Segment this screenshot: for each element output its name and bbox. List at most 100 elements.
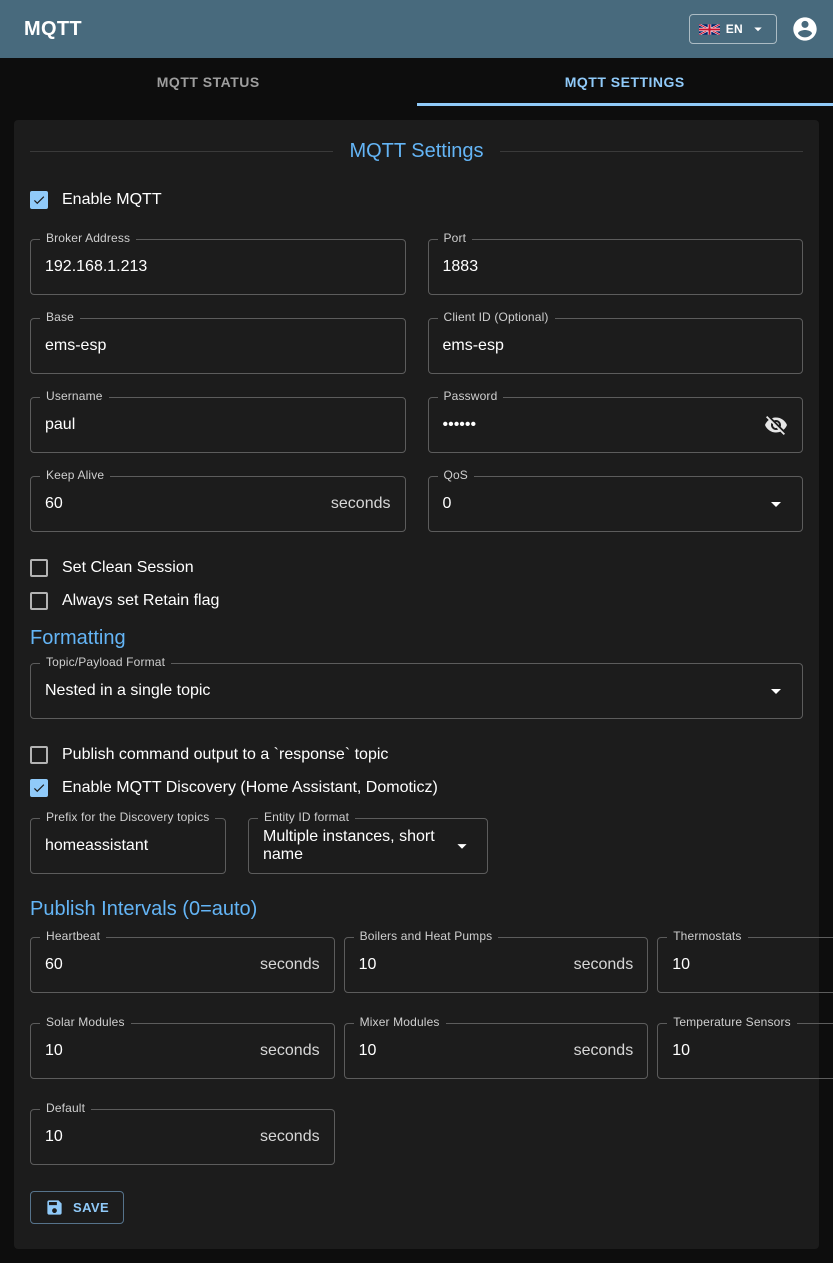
active-tab-indicator xyxy=(417,103,833,106)
discovery-prefix-field[interactable]: Prefix for the Discovery topics xyxy=(30,818,226,874)
default-interval-field[interactable]: Default seconds xyxy=(30,1109,335,1165)
field-label: Port xyxy=(438,231,473,245)
broker-address-input[interactable] xyxy=(45,258,391,276)
field-row: Base Client ID (Optional) xyxy=(30,318,803,374)
base-field[interactable]: Base xyxy=(30,318,406,374)
checkbox-checked-icon xyxy=(30,779,48,797)
field-row: Broker Address Port xyxy=(30,239,803,295)
toggle-password-visibility-button[interactable] xyxy=(764,413,788,437)
temperature-sensors-interval-field[interactable]: Temperature Sensors seconds xyxy=(657,1023,833,1079)
solar-interval-field[interactable]: Solar Modules seconds xyxy=(30,1023,335,1079)
checkbox-label: Always set Retain flag xyxy=(62,592,219,610)
heartbeat-interval-input[interactable] xyxy=(45,956,252,974)
field-label: Mixer Modules xyxy=(354,1015,446,1029)
checkbox-mqtt-discovery[interactable]: Enable MQTT Discovery (Home Assistant, D… xyxy=(30,779,803,797)
save-button-label: SAVE xyxy=(73,1200,109,1215)
broker-address-field[interactable]: Broker Address xyxy=(30,239,406,295)
checkbox-unchecked-icon xyxy=(30,592,48,610)
checkbox-retain-flag[interactable]: Always set Retain flag xyxy=(30,592,803,610)
field-label: QoS xyxy=(438,468,474,482)
section-title-formatting: Formatting xyxy=(30,627,803,650)
boilers-interval-field[interactable]: Boilers and Heat Pumps seconds xyxy=(344,937,649,993)
field-label: Keep Alive xyxy=(40,468,110,482)
checkbox-enable-mqtt[interactable]: Enable MQTT xyxy=(30,191,803,209)
visibility-off-icon xyxy=(764,413,788,437)
tab-mqtt-status[interactable]: MQTT STATUS xyxy=(0,58,417,106)
mixer-interval-input[interactable] xyxy=(359,1042,566,1060)
field-label: Prefix for the Discovery topics xyxy=(40,810,215,824)
field-label: Temperature Sensors xyxy=(667,1015,797,1029)
field-label: Heartbeat xyxy=(40,929,106,943)
field-label: Broker Address xyxy=(40,231,136,245)
temperature-sensors-interval-input[interactable] xyxy=(672,1042,833,1060)
password-input[interactable] xyxy=(443,416,757,434)
app-title: MQTT xyxy=(24,18,82,41)
account-button[interactable] xyxy=(791,15,819,43)
client-id-field[interactable]: Client ID (Optional) xyxy=(428,318,804,374)
dropdown-arrow-icon xyxy=(451,835,473,857)
field-row: Keep Alive seconds QoS 0 xyxy=(30,476,803,532)
dropdown-arrow-icon xyxy=(764,492,788,516)
checkbox-unchecked-icon xyxy=(30,746,48,764)
checkbox-publish-response[interactable]: Publish command output to a `response` t… xyxy=(30,746,803,764)
save-icon xyxy=(45,1198,64,1217)
heartbeat-interval-field[interactable]: Heartbeat seconds xyxy=(30,937,335,993)
unit-adornment: seconds xyxy=(260,956,320,974)
page-title-row: MQTT Settings xyxy=(30,140,803,163)
solar-interval-input[interactable] xyxy=(45,1042,252,1060)
entity-id-format-select[interactable]: Entity ID format Multiple instances, sho… xyxy=(248,818,488,874)
discovery-row: Prefix for the Discovery topics Entity I… xyxy=(30,818,803,874)
qos-value: 0 xyxy=(443,495,757,513)
username-field[interactable]: Username xyxy=(30,397,406,453)
uk-flag-icon xyxy=(699,24,720,35)
field-label: Client ID (Optional) xyxy=(438,310,555,324)
base-input[interactable] xyxy=(45,337,391,355)
field-label: Username xyxy=(40,389,109,403)
field-label: Entity ID format xyxy=(258,810,355,824)
tab-mqtt-settings[interactable]: MQTT SETTINGS xyxy=(417,58,833,106)
topic-payload-format-select[interactable]: Topic/Payload Format Nested in a single … xyxy=(30,663,803,719)
unit-adornment: seconds xyxy=(260,1042,320,1060)
language-selector-button[interactable]: EN xyxy=(689,14,777,44)
keep-alive-field[interactable]: Keep Alive seconds xyxy=(30,476,406,532)
app-bar: MQTT EN xyxy=(0,0,833,58)
qos-select[interactable]: QoS 0 xyxy=(428,476,804,532)
default-interval-input[interactable] xyxy=(45,1128,252,1146)
dropdown-arrow-icon xyxy=(764,679,788,703)
field-label: Boilers and Heat Pumps xyxy=(354,929,499,943)
checkbox-label: Publish command output to a `response` t… xyxy=(62,746,388,764)
account-circle-icon xyxy=(791,15,819,43)
mixer-interval-field[interactable]: Mixer Modules seconds xyxy=(344,1023,649,1079)
boilers-interval-input[interactable] xyxy=(359,956,566,974)
checkbox-label: Enable MQTT xyxy=(62,191,162,209)
checkbox-label: Set Clean Session xyxy=(62,559,194,577)
port-field[interactable]: Port xyxy=(428,239,804,295)
checkbox-clean-session[interactable]: Set Clean Session xyxy=(30,559,803,577)
username-input[interactable] xyxy=(45,416,391,434)
tab-bar: MQTT STATUS MQTT SETTINGS xyxy=(0,58,833,106)
settings-card: MQTT Settings Enable MQTT Broker Address… xyxy=(14,120,819,1249)
language-label: EN xyxy=(726,22,743,36)
page-title: MQTT Settings xyxy=(349,140,483,163)
checkbox-checked-icon xyxy=(30,191,48,209)
title-divider-right xyxy=(500,151,803,152)
thermostats-interval-field[interactable]: Thermostats seconds xyxy=(657,937,833,993)
entity-id-format-value: Multiple instances, short name xyxy=(263,828,443,864)
password-field[interactable]: Password xyxy=(428,397,804,453)
unit-adornment: seconds xyxy=(574,956,634,974)
checkbox-unchecked-icon xyxy=(30,559,48,577)
keep-alive-input[interactable] xyxy=(45,495,323,513)
discovery-prefix-input[interactable] xyxy=(45,837,211,855)
thermostats-interval-input[interactable] xyxy=(672,956,833,974)
save-button[interactable]: SAVE xyxy=(30,1191,124,1224)
client-id-input[interactable] xyxy=(443,337,789,355)
topic-payload-format-value: Nested in a single topic xyxy=(45,682,756,700)
field-label: Base xyxy=(40,310,80,324)
unit-adornment: seconds xyxy=(331,495,391,513)
port-input[interactable] xyxy=(443,258,789,276)
field-label: Password xyxy=(438,389,504,403)
unit-adornment: seconds xyxy=(574,1042,634,1060)
unit-adornment: seconds xyxy=(260,1128,320,1146)
field-label: Default xyxy=(40,1101,91,1115)
field-label: Thermostats xyxy=(667,929,747,943)
